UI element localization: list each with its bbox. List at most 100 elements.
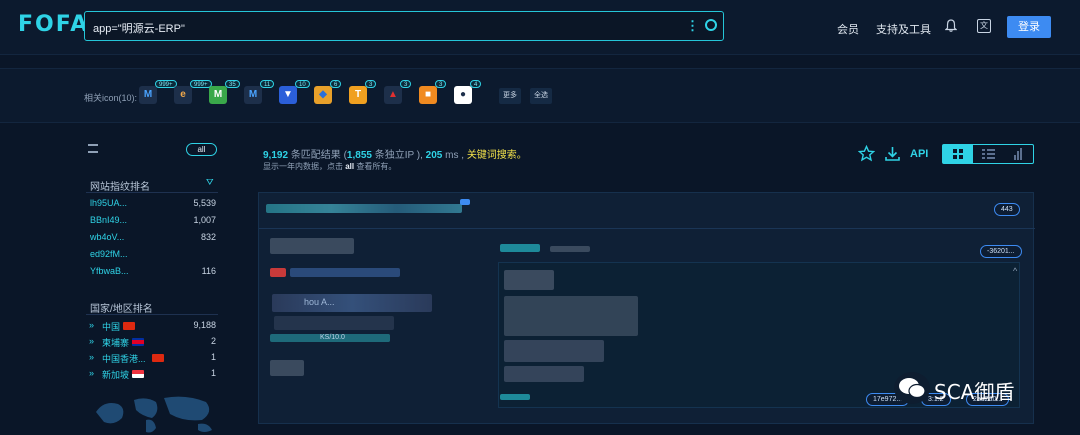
blurred-org: [272, 294, 432, 312]
expand-arrow-icon[interactable]: »: [89, 320, 94, 330]
blurred-host[interactable]: [266, 204, 462, 213]
related-icon-count: 4: [470, 80, 482, 88]
country-count: 9,188: [193, 320, 216, 330]
blurred-response: [504, 296, 638, 336]
note-suffix: 查看所有。: [356, 162, 397, 171]
related-icon-count: 10: [295, 80, 310, 88]
expand-arrow-icon[interactable]: »: [89, 368, 94, 378]
blurred-response: [504, 340, 604, 362]
star-icon[interactable]: [858, 145, 875, 162]
related-icon-8[interactable]: ▲: [384, 86, 402, 104]
chevron-up-icon[interactable]: ^: [1013, 266, 1017, 276]
related-icon-count: 11: [260, 80, 275, 88]
country-count: 2: [210, 336, 216, 346]
related-icon-9[interactable]: ■: [419, 86, 437, 104]
translate-icon[interactable]: 文: [977, 19, 991, 33]
list-view-button[interactable]: [973, 145, 1003, 163]
nav-support-tools[interactable]: 支持及工具: [876, 21, 931, 37]
stats-view-button[interactable]: [1003, 145, 1033, 163]
blurred-response: [504, 366, 584, 382]
country-ranking-title: 国家/地区排名: [90, 304, 153, 315]
related-icon-count: 3: [435, 80, 447, 88]
cert-tag[interactable]: -36201...: [980, 245, 1022, 258]
expand-arrow-icon[interactable]: »: [89, 352, 94, 362]
api-button[interactable]: API: [910, 148, 928, 160]
related-icon-6[interactable]: ◆: [314, 86, 332, 104]
ip-count: 1,855: [346, 150, 372, 161]
keyword-search-link[interactable]: 关键词搜索。: [467, 150, 527, 161]
watermark-text: SCA御盾: [934, 380, 1015, 404]
blurred-link[interactable]: [500, 394, 530, 400]
divider: [86, 314, 218, 315]
match-count: 9,192: [263, 150, 289, 161]
port-badge[interactable]: 443: [994, 203, 1020, 216]
related-icon-count: 3: [365, 80, 377, 88]
more-options-icon[interactable]: ⋮: [686, 18, 699, 34]
download-icon[interactable]: [884, 145, 901, 162]
related-icon-2[interactable]: e: [174, 86, 192, 104]
fingerprint-ranking-title: 网站指纹排名: [90, 182, 150, 193]
search-query-text[interactable]: app="明源云-ERP": [93, 20, 185, 36]
select-all-icons-button[interactable]: 全选: [530, 88, 552, 104]
fingerprint-item[interactable]: YfbwaB...: [90, 266, 129, 276]
search-icon[interactable]: [705, 19, 717, 31]
grid-view-button[interactable]: [943, 145, 973, 163]
country-count: 1: [210, 352, 216, 362]
fingerprint-item[interactable]: ed92fM...: [90, 249, 128, 259]
flag-icon: [123, 322, 135, 330]
blurred-info: [274, 316, 394, 330]
host-snippet: hou A...: [304, 297, 335, 307]
show-all-link[interactable]: all: [345, 162, 354, 171]
world-map: [96, 396, 212, 433]
fingerprint-item[interactable]: BBnI49...: [90, 215, 127, 225]
blurred-flag: [270, 268, 286, 277]
fingerprint-item[interactable]: lh95UA...: [90, 198, 127, 208]
bar-chart-icon: [1014, 148, 1022, 160]
match-count-label: 条匹配结果 (: [290, 150, 347, 161]
related-icons-label: 相关icon(10):: [84, 93, 138, 103]
blurred-tab[interactable]: [500, 244, 540, 252]
country-item[interactable]: 柬埔寨: [102, 336, 129, 349]
bell-icon[interactable]: [945, 19, 957, 32]
related-icon-count: 3: [400, 80, 412, 88]
related-icon-3[interactable]: M: [209, 86, 227, 104]
flag-icon: [132, 370, 144, 378]
divider: [86, 192, 218, 193]
country-item[interactable]: 新加坡: [102, 368, 129, 381]
fingerprint-item[interactable]: wb4oV...: [90, 232, 124, 242]
search-input[interactable]: app="明源云-ERP" ⋮: [84, 11, 724, 41]
blurred-response: [504, 270, 554, 290]
country-item[interactable]: 中国: [102, 320, 120, 333]
fofa-logo[interactable]: FOFA: [18, 12, 89, 37]
related-icon-count: 35: [225, 80, 240, 88]
flag-icon: [132, 338, 144, 346]
blurred-location: [290, 268, 400, 277]
related-icon-5[interactable]: ▼: [279, 86, 297, 104]
results-note: 显示一年内数据，点击 all 查看所有。: [263, 161, 396, 172]
blurred-footer: [270, 360, 304, 376]
blurred-tag: [370, 334, 390, 342]
related-icon-4[interactable]: M: [244, 86, 262, 104]
nav-membership[interactable]: 会员: [837, 21, 859, 37]
login-button[interactable]: 登录: [1007, 16, 1051, 38]
expand-arrow-icon[interactable]: »: [89, 336, 94, 346]
fingerprint-count: 5,539: [193, 198, 216, 208]
query-time: 205: [425, 150, 443, 161]
more-icons-button[interactable]: 更多: [499, 88, 521, 104]
fingerprint-count: 116: [201, 266, 216, 276]
related-icon-1[interactable]: M: [139, 86, 157, 104]
funnel-icon[interactable]: ⛛: [206, 177, 214, 188]
flag-icon: [152, 354, 164, 362]
blurred-tab-2[interactable]: [550, 246, 590, 252]
grid-icon: [953, 149, 963, 159]
related-icon-7[interactable]: T: [349, 86, 367, 104]
query-time-label: ms ,: [445, 150, 465, 161]
wechat-icon: [894, 372, 930, 404]
country-item[interactable]: 中国香港...: [102, 352, 146, 365]
related-icon-10[interactable]: ●: [454, 86, 472, 104]
filter-icon[interactable]: [88, 144, 98, 153]
blurred-title: [270, 238, 354, 254]
all-button[interactable]: all: [186, 143, 217, 156]
country-count: 1: [210, 368, 216, 378]
blurred-port-badge: [460, 199, 470, 205]
